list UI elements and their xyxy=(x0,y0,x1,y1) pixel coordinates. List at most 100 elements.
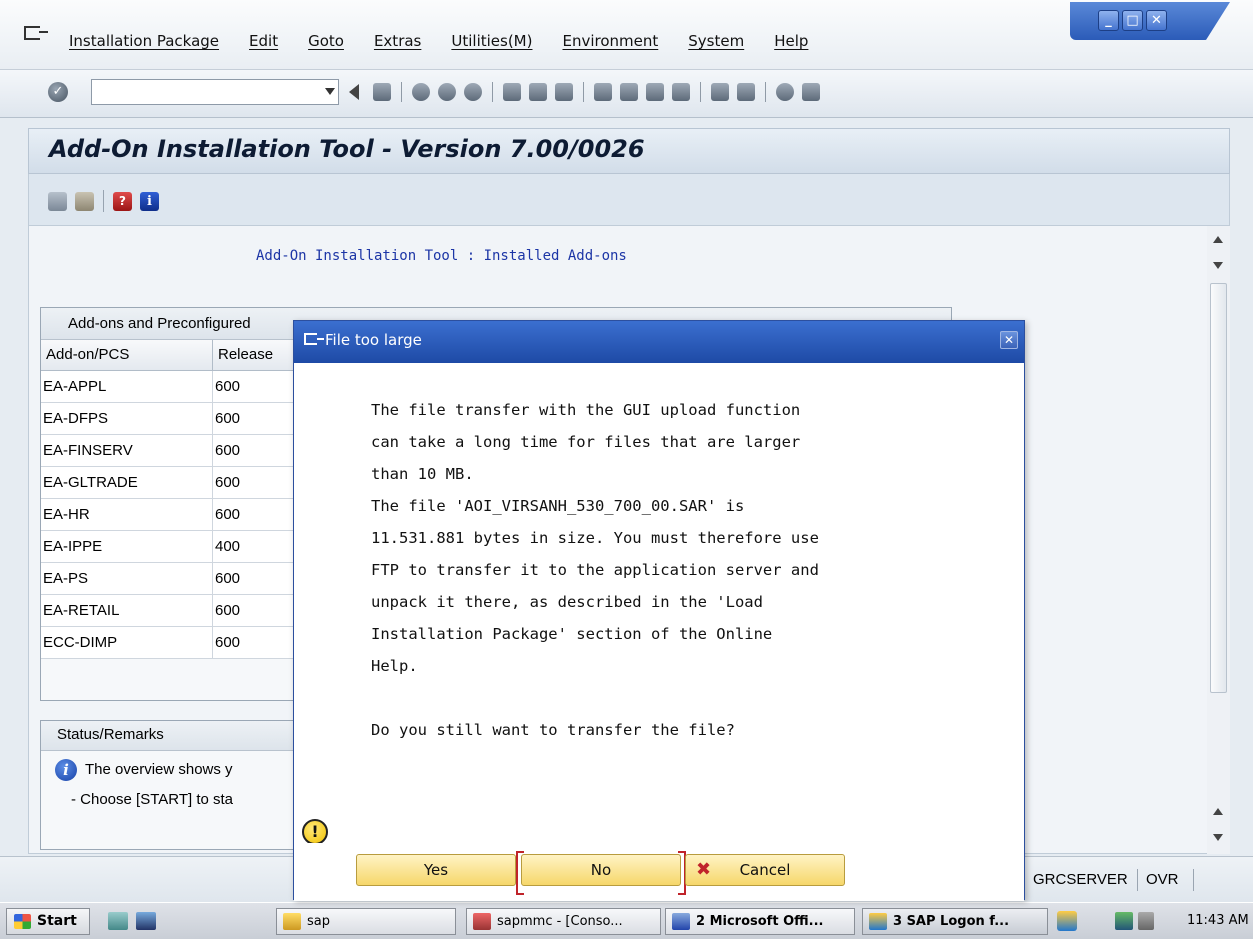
print-icon[interactable] xyxy=(503,83,521,101)
table-row[interactable]: ECC-DIMP 600 xyxy=(41,627,301,659)
table-row[interactable]: EA-DFPS 600 xyxy=(41,403,301,435)
maximize-button[interactable]: □ xyxy=(1122,10,1143,31)
server-name: GRCSERVER xyxy=(1033,871,1128,888)
status-remarks-group: Status/Remarks i The overview shows y - C… xyxy=(40,720,310,850)
table-row[interactable]: EA-GLTRADE 600 xyxy=(41,467,301,499)
word-icon xyxy=(672,913,690,930)
table-row[interactable]: EA-IPPE 400 xyxy=(41,531,301,563)
server-manager-icon[interactable] xyxy=(108,912,128,930)
status-line: i The overview shows y xyxy=(55,759,305,781)
table-row[interactable]: EA-RETAIL 600 xyxy=(41,595,301,627)
save-icon[interactable] xyxy=(373,83,391,101)
shortcut-icon[interactable] xyxy=(737,83,755,101)
message-line: 11.531.881 bytes in size. You must there… xyxy=(371,529,819,547)
scroll-up-icon[interactable] xyxy=(1213,808,1223,815)
scroll-icon[interactable] xyxy=(75,192,94,211)
find-next-icon[interactable] xyxy=(555,83,573,101)
taskbar-item-sap-logon[interactable]: 3 SAP Logon f... xyxy=(862,908,1048,935)
show-desktop-icon[interactable] xyxy=(136,912,156,930)
windows-logo-icon xyxy=(14,914,31,929)
column-header-addon[interactable]: Add-on/PCS xyxy=(41,340,213,370)
help-question-icon[interactable]: ? xyxy=(113,192,132,211)
previous-page-icon[interactable] xyxy=(620,83,638,101)
no-button[interactable]: No xyxy=(516,851,686,895)
menu-help[interactable]: Help xyxy=(774,32,808,50)
start-button[interactable]: Start xyxy=(6,908,90,935)
menu-extras[interactable]: Extras xyxy=(374,32,421,50)
sap-tray-icon[interactable] xyxy=(1057,911,1077,931)
volume-muted-icon[interactable] xyxy=(1138,912,1154,930)
cancel-button[interactable]: ✖ Cancel xyxy=(685,854,845,886)
status-instruction: - Choose [START] to sta xyxy=(71,791,234,808)
cancel-label: Cancel xyxy=(739,861,791,879)
standard-toolbar: ✓ xyxy=(0,70,1253,118)
title-bar: Add-On Installation Tool - Version 7.00/… xyxy=(28,128,1230,174)
cell-addon: EA-HR xyxy=(41,499,213,530)
start-label: Start xyxy=(37,913,77,929)
back-arrow-icon[interactable] xyxy=(349,84,359,100)
exit-icon[interactable] xyxy=(438,83,456,101)
section-heading: Add-On Installation Tool : Installed Add… xyxy=(256,248,627,264)
cell-release: 600 xyxy=(213,435,301,466)
taskbar-item-microsoft-office[interactable]: 2 Microsoft Offi... xyxy=(665,908,855,935)
message-line: FTP to transfer it to the application se… xyxy=(371,561,819,579)
cell-addon: ECC-DIMP xyxy=(41,627,213,658)
cell-release: 600 xyxy=(213,563,301,594)
column-header-release[interactable]: Release xyxy=(213,340,301,370)
scroll-thumb[interactable] xyxy=(1210,283,1227,693)
last-page-icon[interactable] xyxy=(672,83,690,101)
minimize-button[interactable]: _ xyxy=(1098,10,1119,31)
clock: 11:43 AM xyxy=(1187,913,1249,928)
close-window-button[interactable]: ✕ xyxy=(1146,10,1167,31)
system-menu-icon[interactable] xyxy=(24,26,48,40)
layout-menu-icon[interactable] xyxy=(802,83,820,101)
warning-icon: ! xyxy=(302,819,328,845)
command-field-dropdown[interactable] xyxy=(91,79,339,105)
yes-button[interactable]: Yes xyxy=(356,854,516,886)
vertical-scrollbar[interactable] xyxy=(1207,226,1230,854)
table-row[interactable]: EA-FINSERV 600 xyxy=(41,435,301,467)
cell-addon: EA-IPPE xyxy=(41,531,213,562)
menu-environment[interactable]: Environment xyxy=(562,32,658,50)
taskbar-item-sap[interactable]: sap xyxy=(276,908,456,935)
status-text: The overview shows y xyxy=(85,760,233,778)
cell-addon: EA-DFPS xyxy=(41,403,213,434)
scroll-down-icon[interactable] xyxy=(1213,262,1223,269)
create-session-icon[interactable] xyxy=(711,83,729,101)
table-row[interactable]: EA-PS 600 xyxy=(41,563,301,595)
first-page-icon[interactable] xyxy=(594,83,612,101)
menu-system[interactable]: System xyxy=(688,32,744,50)
file-too-large-dialog: File too large ✕ The file transfer with … xyxy=(293,320,1025,901)
back-icon[interactable] xyxy=(412,83,430,101)
table-row[interactable]: EA-HR 600 xyxy=(41,499,301,531)
chevron-down-icon xyxy=(325,88,335,95)
insert-mode[interactable]: OVR xyxy=(1146,871,1179,888)
table-row[interactable]: EA-APPL 600 xyxy=(41,371,301,403)
menu-edit[interactable]: Edit xyxy=(249,32,278,50)
message-line: can take a long time for files that are … xyxy=(371,433,801,451)
cancel-icon[interactable] xyxy=(464,83,482,101)
scroll-up-icon[interactable] xyxy=(1213,236,1223,243)
cell-addon: EA-PS xyxy=(41,563,213,594)
close-icon[interactable]: ✕ xyxy=(1000,331,1018,349)
display-icon[interactable] xyxy=(48,192,67,211)
menu-utilities[interactable]: Utilities(M) xyxy=(451,32,532,50)
main-menu: Installation Package Edit Goto Extras Ut… xyxy=(69,32,838,50)
enter-checkmark-icon[interactable]: ✓ xyxy=(48,82,68,102)
find-icon[interactable] xyxy=(529,83,547,101)
next-page-icon[interactable] xyxy=(646,83,664,101)
cell-release: 600 xyxy=(213,403,301,434)
help-icon[interactable] xyxy=(776,83,794,101)
network-icon[interactable] xyxy=(1115,912,1133,930)
taskbar-item-sapmmc[interactable]: sapmmc - [Conso... xyxy=(466,908,661,935)
sap-logon-icon xyxy=(869,913,887,930)
cell-release: 400 xyxy=(213,531,301,562)
page-title: Add-On Installation Tool - Version 7.00/… xyxy=(49,135,645,163)
menu-goto[interactable]: Goto xyxy=(308,32,344,50)
menu-installation-package[interactable]: Installation Package xyxy=(69,32,219,50)
scroll-down-icon[interactable] xyxy=(1213,834,1223,841)
dialog-icon xyxy=(304,333,324,345)
cell-addon: EA-APPL xyxy=(41,371,213,402)
toolbar-separator xyxy=(765,82,766,102)
information-icon[interactable]: i xyxy=(140,192,159,211)
